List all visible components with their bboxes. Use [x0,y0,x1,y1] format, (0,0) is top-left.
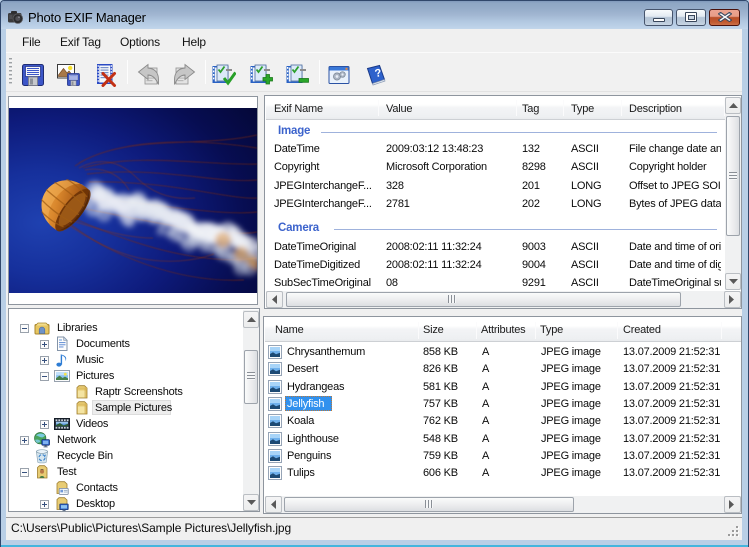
svg-text:?: ? [374,67,383,80]
